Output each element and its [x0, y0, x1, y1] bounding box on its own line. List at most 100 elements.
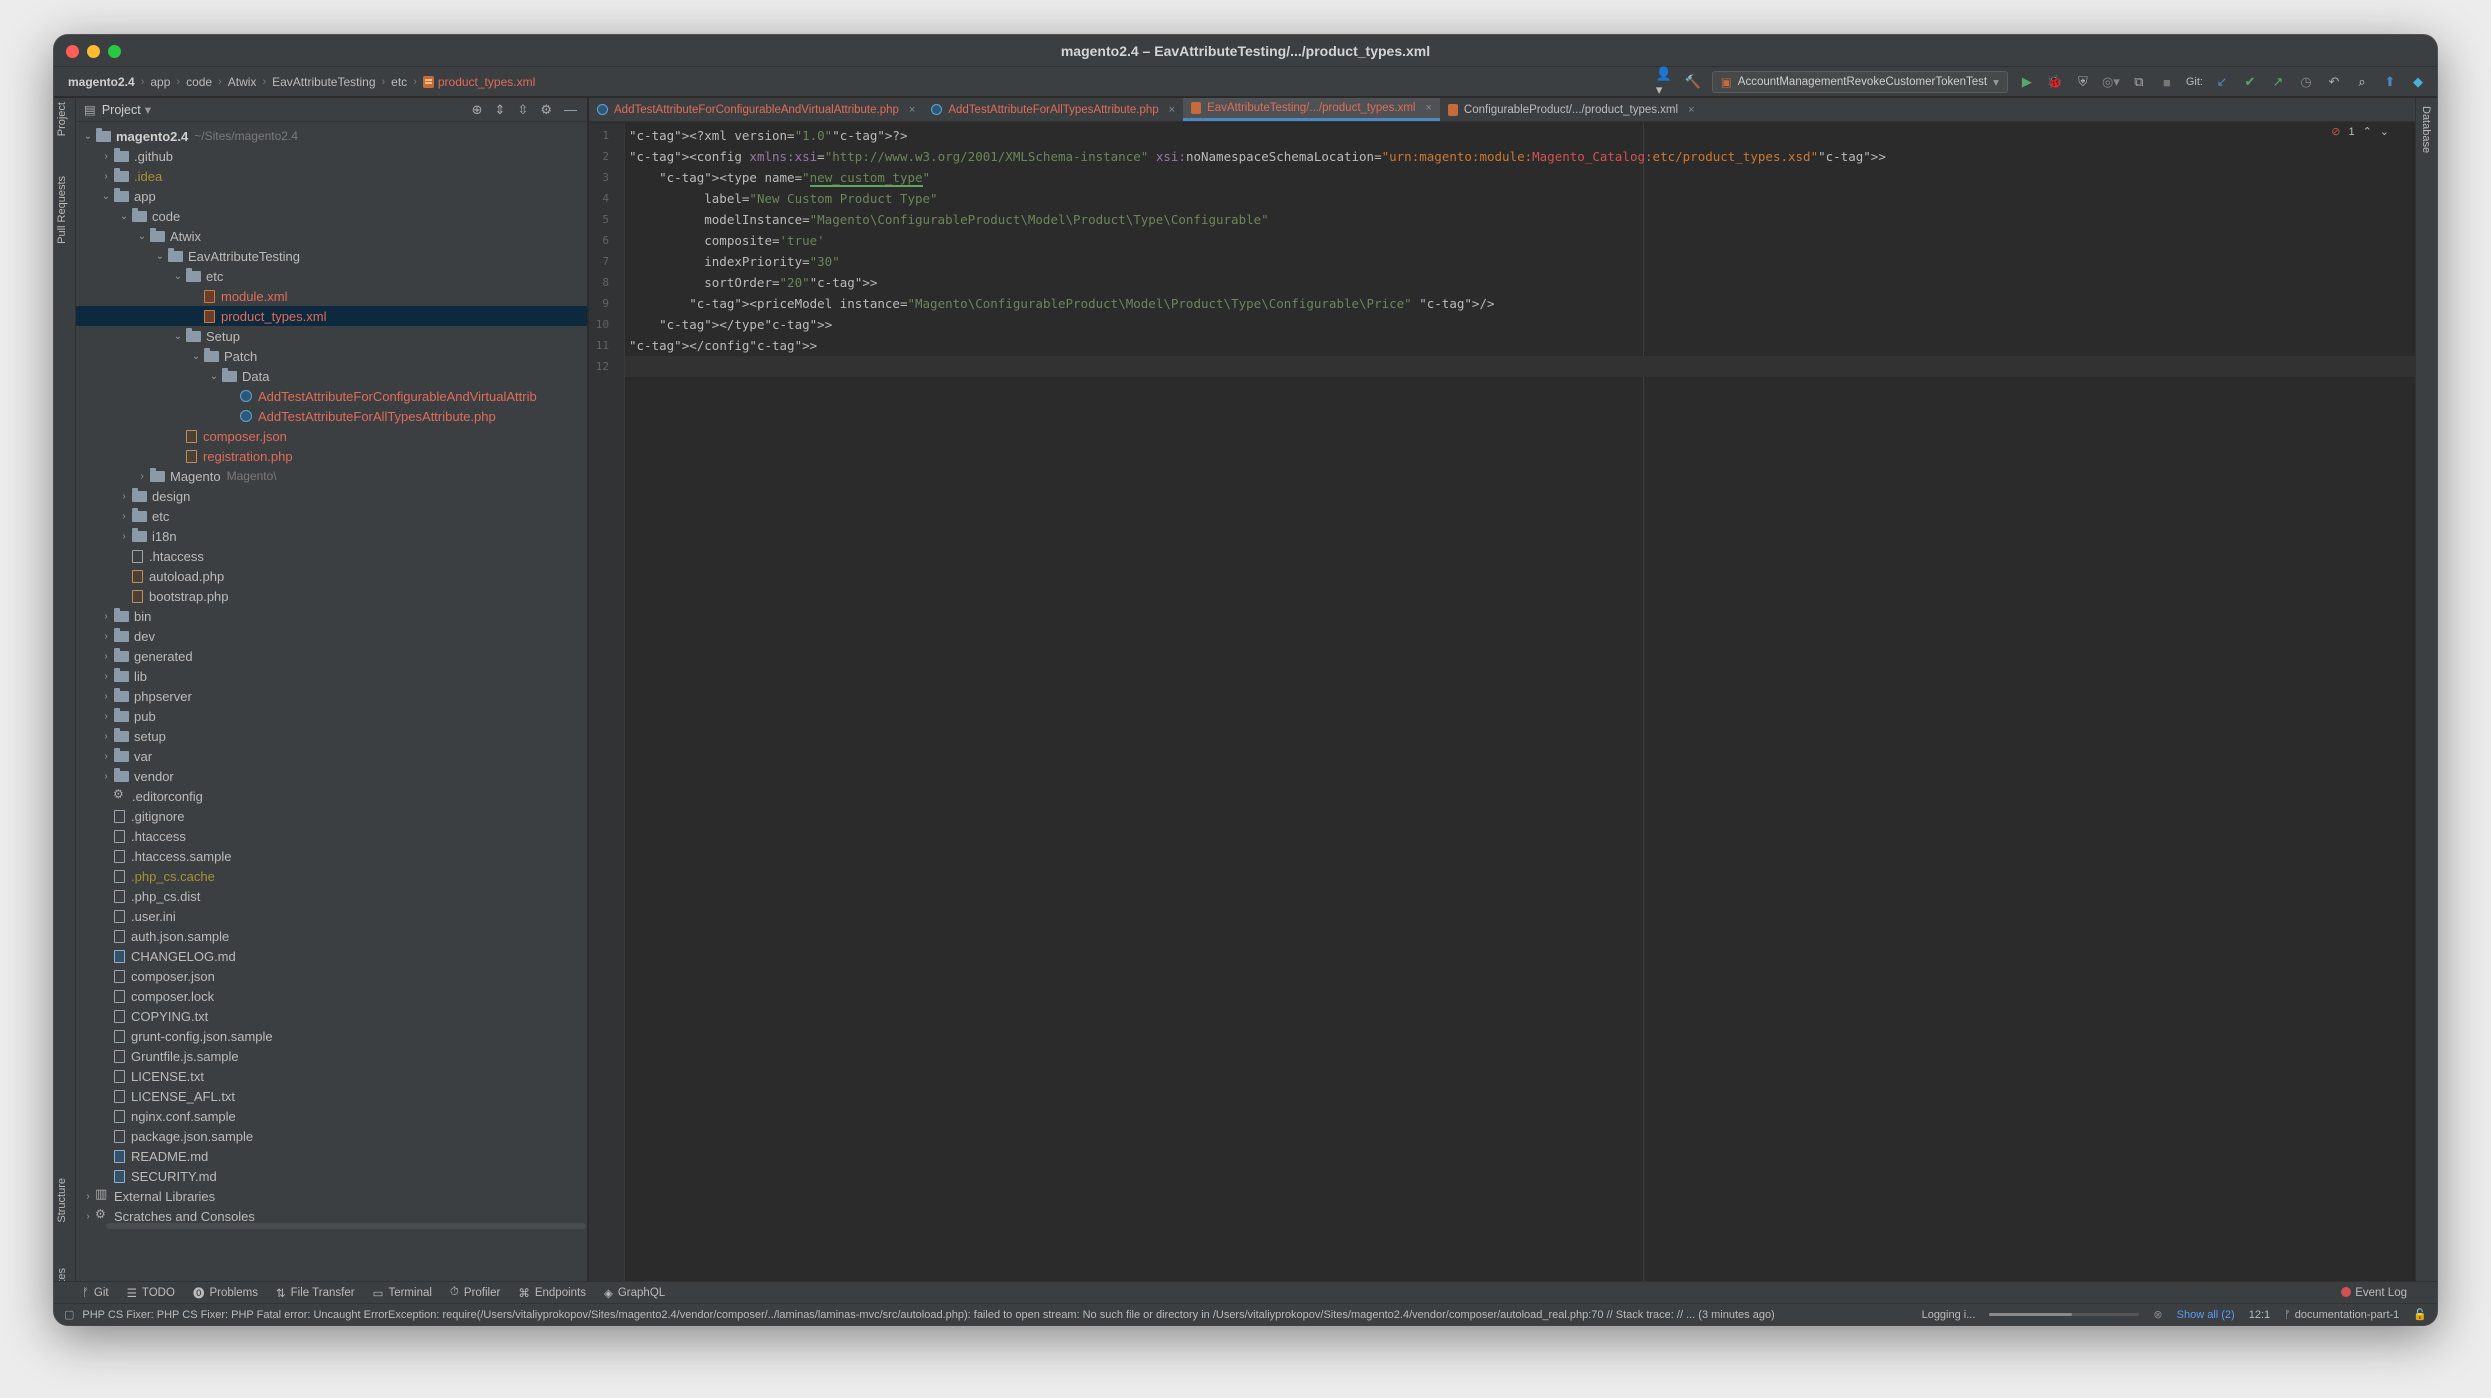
tree-item[interactable]: composer.json [76, 426, 587, 446]
jetbrains-logo-icon[interactable]: ◆ [2409, 73, 2427, 91]
tree-item[interactable]: AddTestAttributeForAllTypesAttribute.php [76, 406, 587, 426]
tree-item[interactable]: ⌄ EavAttributeTesting [76, 246, 587, 266]
profile-icon[interactable]: ◎▾ [2102, 73, 2120, 91]
status-message[interactable]: PHP CS Fixer: PHP CS Fixer: PHP Fatal er… [82, 1309, 1911, 1321]
tree-item[interactable]: .htaccess [76, 826, 587, 846]
tool-window-graphql[interactable]: ◈ GraphQL [604, 1286, 665, 1300]
search-icon[interactable]: ⌕ [2353, 73, 2371, 91]
tree-item[interactable]: › design [76, 486, 587, 506]
chevron-right-icon[interactable]: › [118, 511, 130, 522]
lock-icon[interactable]: 🔓 [2413, 1308, 2427, 1321]
run-icon[interactable]: ▶ [2018, 73, 2036, 91]
settings-gear-icon[interactable]: ⚙ [540, 102, 552, 118]
tree-item[interactable]: ⌄ Atwix [76, 226, 587, 246]
tree-item[interactable]: .php_cs.dist [76, 886, 587, 906]
tree-item[interactable]: .php_cs.cache [76, 866, 587, 886]
chevron-right-icon[interactable]: › [100, 751, 112, 762]
tree-item[interactable]: › etc [76, 506, 587, 526]
show-all-tasks-link[interactable]: Show all (2) [2177, 1309, 2235, 1321]
code-line[interactable]: 6 composite='true' [602, 230, 2415, 251]
next-highlight-icon[interactable]: ⌄ [2380, 125, 2389, 138]
chevron-down-icon[interactable]: ⌄ [82, 131, 94, 142]
structure-tool-tab[interactable]: Structure [56, 1178, 68, 1223]
tree-item[interactable]: ⌄ magento2.4 ~/Sites/magento2.4 [76, 126, 587, 146]
tree-item[interactable]: README.md [76, 1146, 587, 1166]
chevron-right-icon[interactable]: › [82, 1191, 94, 1202]
code-line[interactable]: 9 "c-tag"><priceModel instance="Magento\… [602, 293, 2415, 314]
tool-window-terminal[interactable]: ▭ Terminal [373, 1286, 432, 1300]
debug-icon[interactable]: 🐞 [2046, 73, 2064, 91]
inspection-widget[interactable]: ⊘ 1 ⌃ ⌄ [2331, 125, 2389, 139]
tree-item[interactable]: autoload.php [76, 566, 587, 586]
project-tool-tab[interactable]: Project [56, 102, 68, 136]
attach-icon[interactable]: ⧉ [2130, 73, 2148, 91]
breadcrumb-item[interactable]: magento2.4 [68, 75, 135, 89]
tree-item[interactable]: CHANGELOG.md [76, 946, 587, 966]
tree-item[interactable]: › var [76, 746, 587, 766]
tree-item[interactable]: ⌄ etc [76, 266, 587, 286]
chevron-down-icon[interactable]: ⌄ [172, 271, 184, 282]
tree-item[interactable]: .gitignore [76, 806, 587, 826]
editor-tab[interactable]: AddTestAttributeForAllTypesAttribute.php… [923, 98, 1183, 121]
chevron-down-icon[interactable]: ⌄ [136, 231, 148, 242]
code-lines[interactable]: 1 "c-tag"><?xml version="1.0""c-tag">?> 2 "… [596, 125, 2415, 377]
chevron-down-icon[interactable]: ⌄ [208, 371, 220, 382]
tree-item[interactable]: SECURITY.md [76, 1166, 587, 1186]
tree-item[interactable]: product_types.xml [76, 306, 587, 326]
coverage-icon[interactable]: ⛨ [2074, 73, 2092, 91]
tree-item[interactable]: › External Libraries [76, 1186, 587, 1206]
tree-item[interactable]: › Magento Magento\ [76, 466, 587, 486]
breadcrumb-item[interactable]: etc [391, 75, 407, 89]
previous-highlight-icon[interactable]: ⌃ [2363, 125, 2372, 138]
close-tab-icon[interactable]: × [1688, 104, 1694, 116]
git-history-icon[interactable]: ◷ [2297, 73, 2315, 91]
user-icon[interactable]: 👤▾ [1656, 66, 1674, 97]
code-line[interactable]: 11 "c-tag"></config"c-tag">> [596, 335, 2415, 356]
tree-item[interactable]: › pub [76, 706, 587, 726]
close-tab-icon[interactable]: × [1169, 104, 1175, 116]
chevron-right-icon[interactable]: › [100, 611, 112, 622]
chevron-right-icon[interactable]: › [100, 631, 112, 642]
chevron-right-icon[interactable]: › [100, 731, 112, 742]
tool-window-git[interactable]: ᚠ Git [82, 1287, 109, 1299]
git-update-icon[interactable]: ↙ [2213, 73, 2231, 91]
collapse-all-icon[interactable]: ⇳ [517, 102, 528, 118]
git-commit-icon[interactable]: ✔ [2241, 73, 2259, 91]
chevron-down-icon[interactable]: ▾ [145, 102, 151, 117]
tree-item[interactable]: › .idea [76, 166, 587, 186]
code-line[interactable]: 8 sortOrder="20""c-tag">> [602, 272, 2415, 293]
tree-item[interactable]: .user.ini [76, 906, 587, 926]
hide-panel-icon[interactable]: — [564, 102, 577, 118]
breadcrumb-item[interactable]: app [150, 75, 170, 89]
tree-item[interactable]: ⌄ code [76, 206, 587, 226]
breadcrumb-item[interactable]: Atwix [228, 75, 257, 89]
expand-all-icon[interactable]: ⇕ [495, 102, 506, 118]
run-configuration-select[interactable]: ▣ AccountManagementRevokeCustomerTokenTe… [1711, 71, 2008, 93]
project-view-select[interactable]: Project [102, 103, 141, 117]
minimize-window-button[interactable] [87, 45, 100, 58]
code-editor[interactable]: 1 "c-tag"><?xml version="1.0""c-tag">?> 2 "… [589, 123, 2415, 1281]
close-window-button[interactable] [66, 45, 79, 58]
database-tool-tab[interactable]: Database [2420, 106, 2432, 153]
chevron-right-icon[interactable]: › [100, 171, 112, 182]
tree-item[interactable]: module.xml [76, 286, 587, 306]
tree-item[interactable]: › bin [76, 606, 587, 626]
tree-item[interactable]: LICENSE.txt [76, 1066, 587, 1086]
tree-item[interactable]: bootstrap.php [76, 586, 587, 606]
tree-item[interactable]: grunt-config.json.sample [76, 1026, 587, 1046]
tree-item[interactable]: ⌄ Data [76, 366, 587, 386]
tree-item[interactable]: › vendor [76, 766, 587, 786]
git-push-icon[interactable]: ↗ [2269, 73, 2287, 91]
tree-item[interactable]: .htaccess.sample [76, 846, 587, 866]
tool-window-profiler[interactable]: ⏱ Profiler [450, 1286, 500, 1299]
tree-item[interactable]: AddTestAttributeForConfigurableAndVirtua… [76, 386, 587, 406]
tree-item[interactable]: composer.lock [76, 986, 587, 1006]
chevron-down-icon[interactable]: ⌄ [190, 351, 202, 362]
tree-item[interactable]: .editorconfig [76, 786, 587, 806]
tree-item[interactable]: › i18n [76, 526, 587, 546]
editor-tab[interactable]: ConfigurableProduct/.../product_types.xm… [1440, 98, 1703, 121]
build-hammer-icon[interactable]: 🔨 [1684, 73, 1702, 91]
tool-window-problems[interactable]: ⓿ Problems [193, 1285, 258, 1301]
horizontal-scrollbar[interactable] [106, 1223, 586, 1229]
tree-item[interactable]: auth.json.sample [76, 926, 587, 946]
